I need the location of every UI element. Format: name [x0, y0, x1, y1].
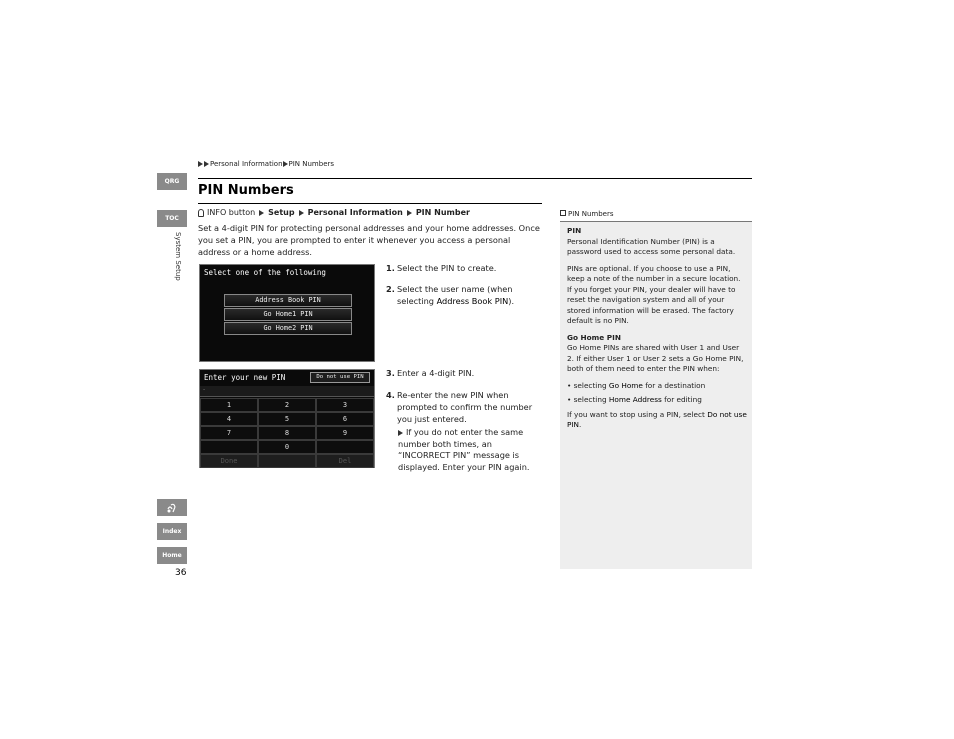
page-number: 36 — [175, 568, 187, 578]
key-blank — [200, 440, 258, 454]
key-4[interactable]: 4 — [200, 412, 258, 426]
breadcrumb-arrow-icon — [198, 161, 203, 167]
section-label: System Setup — [174, 232, 182, 281]
path-pin-number: PIN Number — [415, 208, 470, 217]
step-text: Re-enter the new PIN when prompted to co… — [397, 390, 533, 424]
key-9[interactable]: 9 — [316, 426, 374, 440]
pin-definition: Personal Identification Number (PIN) is … — [567, 236, 736, 257]
key-blank — [316, 440, 374, 454]
breadcrumb-pin-numbers: PIN Numbers — [288, 160, 335, 168]
address-book-pin-button[interactable]: Address Book PIN — [224, 294, 352, 307]
step-text: Enter a 4-digit PIN. — [397, 368, 475, 378]
step-text: Select the user name (when selecting Add… — [386, 283, 542, 307]
navigation-path: INFO button Setup Personal Information PIN … — [198, 208, 470, 217]
step-number: 4. — [386, 390, 395, 400]
key-5[interactable]: 5 — [258, 412, 316, 426]
step-1: 1. Select the PIN to create. — [386, 262, 542, 274]
step-2: 2. Select the user name (when selecting … — [386, 283, 542, 307]
voice-command-tab[interactable] — [157, 499, 187, 516]
done-key[interactable]: Done — [200, 454, 258, 468]
stop-using-pin-text: If you want to stop using a PIN, select … — [567, 410, 747, 431]
bullet-text-pre: selecting — [573, 380, 609, 390]
step-4: 4. Re-enter the new PIN when prompted to… — [386, 389, 542, 425]
header-rule — [198, 178, 752, 179]
key-6[interactable]: 6 — [316, 412, 374, 426]
sidebar-panel: PIN Numbers PIN Personal Identification … — [560, 206, 752, 569]
info-button-icon — [198, 208, 204, 217]
key-1[interactable]: 1 — [200, 398, 258, 412]
delete-key[interactable]: Del — [316, 454, 374, 468]
key-7[interactable]: 7 — [200, 426, 258, 440]
stop-text-post: . — [579, 420, 582, 429]
go-home1-pin-button[interactable]: Go Home1 PIN — [224, 308, 352, 321]
bullet-text-post: for editing — [661, 395, 702, 404]
bullet-text-emphasis: Home Address — [608, 395, 662, 404]
note-text: If you do not enter the same number both… — [398, 427, 530, 472]
step-number: 2. — [386, 284, 395, 294]
step-text-emphasis: Address Book PIN — [436, 296, 509, 306]
sidebar-body: PIN Personal Identification Number (PIN)… — [567, 226, 747, 437]
bullet-text-pre: selecting — [573, 395, 609, 404]
reference-icon — [560, 210, 566, 216]
breadcrumb: Personal Information PIN Numbers — [198, 160, 334, 168]
note-arrow-icon — [398, 429, 403, 436]
step-number: 3. — [386, 368, 395, 378]
go-home2-pin-button[interactable]: Go Home2 PIN — [224, 322, 352, 335]
pin-entry-field[interactable]: - — [200, 386, 374, 397]
screen-title: Select one of the following — [204, 268, 326, 277]
path-arrow-icon — [259, 209, 265, 216]
page-title: PIN Numbers — [198, 183, 294, 198]
voice-command-icon — [167, 503, 176, 512]
bullet-text-emphasis: Go Home — [608, 380, 643, 390]
key-2[interactable]: 2 — [258, 398, 316, 412]
path-info-button: INFO button — [207, 208, 256, 217]
path-personal-information: Personal Information — [307, 208, 403, 217]
qrg-tab[interactable]: QRG — [157, 173, 187, 190]
pin-heading: PIN — [567, 226, 582, 235]
pin-select-screenshot: Select one of the following Address Book… — [199, 264, 375, 362]
pin-entry-screenshot: Enter your new PIN Do not use PIN - 1 2 … — [199, 369, 375, 468]
breadcrumb-arrow-icon — [204, 161, 209, 167]
sidebar-header-label: PIN Numbers — [568, 210, 614, 218]
go-home-pin-text: Go Home PINs are shared with User 1 and … — [567, 343, 744, 373]
title-rule — [198, 203, 542, 204]
do-not-use-pin-button[interactable]: Do not use PIN — [310, 372, 370, 383]
key-0[interactable]: 0 — [258, 440, 316, 454]
path-arrow-icon — [298, 209, 304, 216]
bullet-home-address: • selecting Home Address for editing — [567, 395, 702, 404]
breadcrumb-personal-information[interactable]: Personal Information — [210, 160, 283, 168]
pin-optional-text: PINs are optional. If you choose to use … — [567, 263, 741, 326]
go-home-pin-heading: Go Home PIN — [567, 332, 621, 342]
toc-tab[interactable]: TOC — [157, 210, 187, 227]
key-8[interactable]: 8 — [258, 426, 316, 440]
bullet-text-post: for a destination — [642, 380, 706, 390]
step-text: Select the PIN to create. — [397, 263, 497, 273]
key-3[interactable]: 3 — [316, 398, 374, 412]
step-text-post: ). — [508, 296, 515, 306]
index-tab[interactable]: Index — [157, 523, 187, 540]
bullet-go-home: • selecting Go Home for a destination — [567, 380, 706, 390]
home-tab[interactable]: Home — [157, 547, 187, 564]
sidebar-header: PIN Numbers — [560, 206, 752, 222]
screen-title: Enter your new PIN — [204, 373, 286, 382]
step-4-note: If you do not enter the same number both… — [398, 427, 544, 473]
stop-text-pre: If you want to stop using a PIN, select — [567, 409, 708, 419]
path-arrow-icon — [406, 209, 412, 216]
step-3: 3. Enter a 4-digit PIN. — [386, 367, 542, 379]
breadcrumb-arrow-icon — [282, 161, 288, 167]
intro-paragraph: Set a 4-digit PIN for protecting persona… — [198, 223, 540, 257]
path-setup: Setup — [268, 208, 295, 217]
step-number: 1. — [386, 263, 395, 273]
key-blank — [258, 454, 316, 468]
